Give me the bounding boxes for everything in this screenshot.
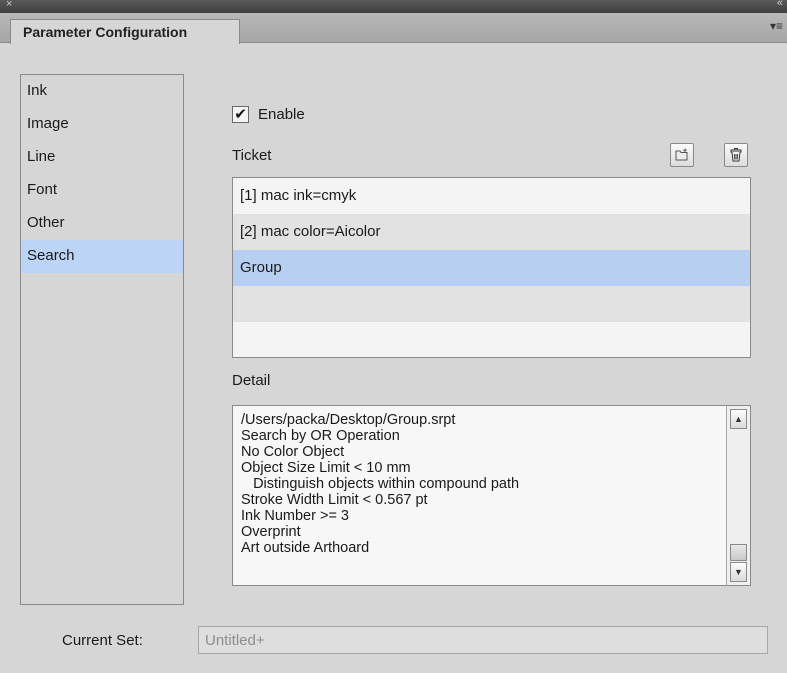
- category-item-line[interactable]: Line: [21, 141, 183, 174]
- category-item-image[interactable]: Image: [21, 108, 183, 141]
- enable-row[interactable]: ✔ Enable: [232, 104, 305, 124]
- detail-line: Art outside Arthoard: [241, 540, 370, 556]
- detail-label: Detail: [232, 372, 271, 389]
- new-ticket-icon: [675, 148, 688, 161]
- detail-line: Stroke Width Limit < 0.567 pt: [241, 492, 428, 508]
- delete-ticket-button[interactable]: [724, 143, 748, 167]
- detail-line: Overprint: [241, 524, 301, 540]
- ticket-label: Ticket: [232, 147, 272, 164]
- scroll-up-button[interactable]: ▲: [730, 409, 747, 429]
- detail-scrollbar[interactable]: ▲ ▼: [726, 406, 750, 585]
- category-item-ink[interactable]: Ink: [21, 75, 183, 108]
- scroll-thumb[interactable]: [730, 544, 747, 561]
- ticket-row[interactable]: Group: [233, 250, 750, 286]
- current-set-label: Current Set:: [62, 632, 143, 649]
- ticket-row[interactable]: [1] mac ink=cmyk: [233, 178, 750, 214]
- category-item-font[interactable]: Font: [21, 174, 183, 207]
- panel-menu-icon[interactable]: ▾≡: [770, 19, 783, 33]
- new-ticket-button[interactable]: [670, 143, 694, 167]
- category-item-other[interactable]: Other: [21, 207, 183, 240]
- detail-textbox[interactable]: /Users/packa/Desktop/Group.srpt Search by…: [232, 405, 751, 586]
- enable-checkbox[interactable]: ✔: [232, 105, 249, 123]
- enable-label: Enable: [258, 105, 305, 123]
- detail-line: Ink Number >= 3: [241, 508, 349, 524]
- tab-bar: Parameter Configuration ▾≡: [0, 13, 787, 44]
- category-item-search[interactable]: Search: [21, 240, 183, 273]
- ticket-row[interactable]: [2] mac color=Aicolor: [233, 214, 750, 250]
- collapse-icon[interactable]: «: [777, 0, 783, 9]
- tab-parameter-configuration[interactable]: Parameter Configuration: [10, 19, 240, 44]
- detail-text: /Users/packa/Desktop/Group.srpt Search by…: [241, 412, 721, 556]
- trash-icon: [730, 148, 742, 162]
- category-list: Ink Image Line Font Other Search: [20, 74, 184, 605]
- panel-content: Ink Image Line Font Other Search ✔ Enable Tic…: [0, 44, 787, 673]
- scroll-down-button[interactable]: ▼: [730, 562, 747, 582]
- detail-line: No Color Object: [241, 444, 345, 460]
- close-icon[interactable]: ×: [6, 0, 12, 10]
- detail-line: Distinguish objects within compound path: [241, 476, 520, 492]
- ticket-row[interactable]: [233, 286, 750, 322]
- ticket-row[interactable]: [233, 322, 750, 357]
- detail-line: Object Size Limit < 10 mm: [241, 460, 411, 476]
- current-set-field[interactable]: Untitled+: [198, 626, 768, 654]
- detail-line: Search by OR Operation: [241, 428, 400, 444]
- ticket-list: [1] mac ink=cmyk [2] mac color=Aicolor Gro…: [232, 177, 751, 358]
- detail-line: /Users/packa/Desktop/Group.srpt: [241, 412, 456, 428]
- panel-titlebar: × «: [0, 0, 787, 13]
